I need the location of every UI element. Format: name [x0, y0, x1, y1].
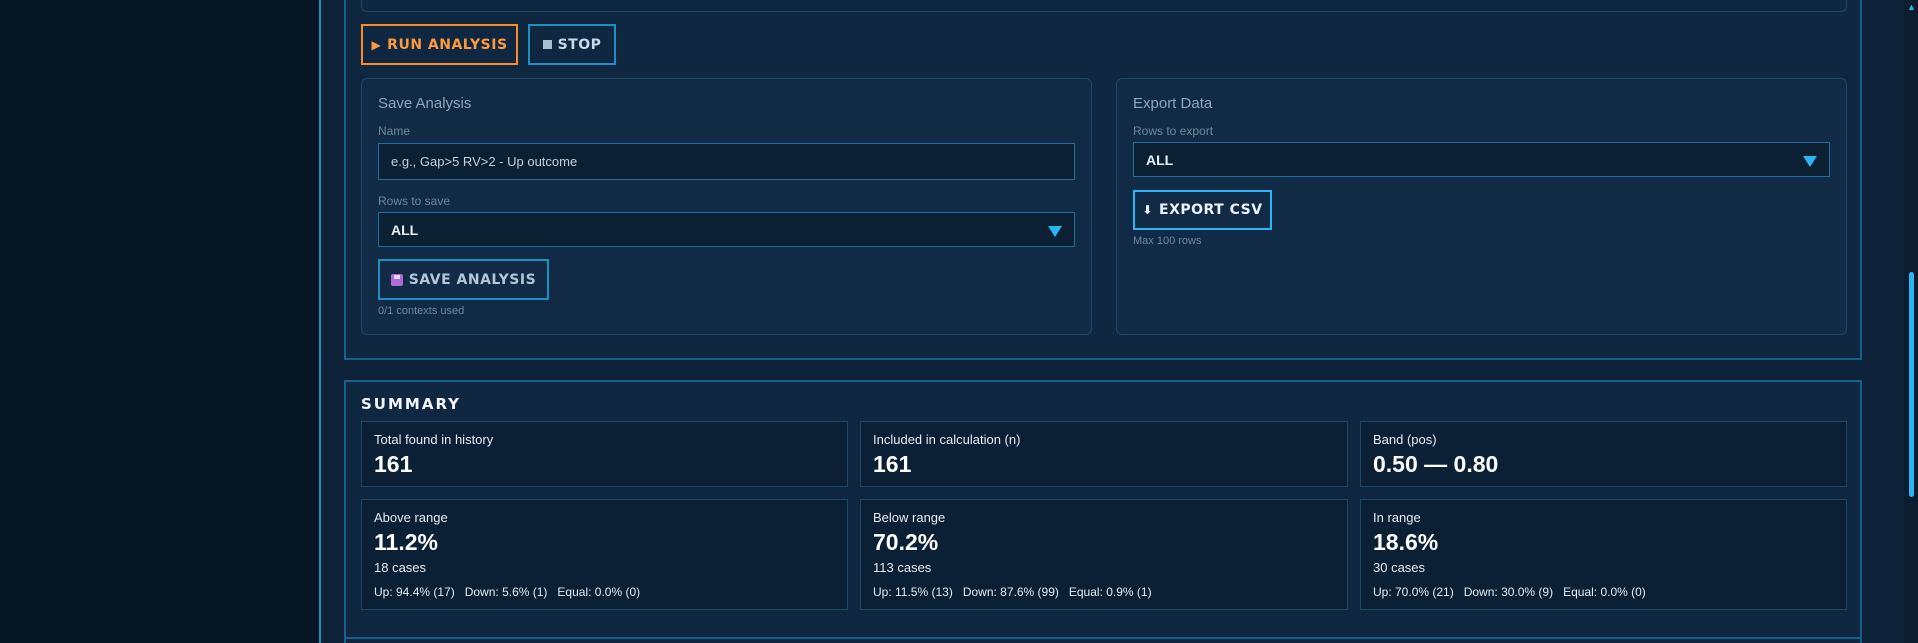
scroll-up-arrow-icon[interactable]: ▲ [1907, 2, 1916, 12]
summary-title: SUMMARY [361, 395, 462, 413]
in-range-cases: 30 cases [1373, 560, 1426, 575]
above-range-cases: 18 cases [374, 560, 427, 575]
in-range-pct: 18.6% [1373, 529, 1439, 555]
above-range-breakdown: Up: 94.4% (17) Down: 5.6% (1) Equal: 0.0… [374, 585, 640, 599]
run-analysis-label: RUN ANALYSIS [387, 36, 508, 53]
scrollbar-thumb[interactable] [1909, 272, 1914, 497]
band-label: Band (pos) [1373, 432, 1437, 447]
band-card: Band (pos) 0.50 — 0.80 [1360, 421, 1847, 487]
above-down: Down: 5.6% (1) [464, 585, 548, 599]
above-up: Up: 94.4% (17) [374, 585, 455, 599]
in-range-card: In range 18.6% 30 cases Up: 70.0% (21) D… [1360, 499, 1847, 610]
export-data-title: Export Data [1133, 95, 1213, 112]
below-range-cases: 113 cases [873, 560, 932, 575]
included-label: Included in calculation (n) [873, 432, 1021, 447]
download-icon: ⬇ [1142, 203, 1153, 217]
rows-to-export-value: ALL [1146, 151, 1174, 168]
name-label: Name [378, 124, 411, 138]
above-range-pct: 11.2% [374, 529, 438, 555]
inrange-equal: Equal: 0.0% (0) [1563, 585, 1646, 599]
stop-label: STOP [557, 36, 602, 53]
total-found-value: 161 [374, 451, 413, 477]
chevron-down-icon [1803, 156, 1817, 167]
above-range-label: Above range [374, 510, 448, 525]
above-equal: Equal: 0.0% (0) [557, 585, 641, 599]
rows-to-export-select[interactable]: ALL [1133, 142, 1830, 177]
run-analysis-button[interactable]: ▶ RUN ANALYSIS [361, 24, 518, 65]
inrange-up: Up: 70.0% (21) [1373, 585, 1454, 599]
export-csv-button[interactable]: ⬇ EXPORT CSV [1133, 190, 1272, 230]
included-value: 161 [873, 451, 912, 477]
in-range-label: In range [1373, 510, 1421, 525]
below-range-pct: 70.2% [873, 529, 939, 555]
analysis-name-input[interactable] [378, 143, 1075, 180]
contexts-used-hint: 0/1 contexts used [378, 305, 465, 317]
below-down: Down: 87.6% (99) [962, 585, 1059, 599]
in-range-breakdown: Up: 70.0% (21) Down: 30.0% (9) Equal: 0.… [1373, 585, 1646, 599]
inrange-down: Down: 30.0% (9) [1463, 585, 1554, 599]
below-range-breakdown: Up: 11.5% (13) Down: 87.6% (99) Equal: 0… [873, 585, 1152, 599]
stop-icon [542, 40, 552, 49]
filters-section-edge [361, 0, 1847, 12]
included-card: Included in calculation (n) 161 [860, 421, 1348, 487]
rows-to-export-label: Rows to export [1133, 124, 1214, 138]
total-found-card: Total found in history 161 [361, 421, 848, 487]
save-analysis-title: Save Analysis [378, 95, 472, 112]
rows-to-save-label: Rows to save [378, 194, 451, 208]
above-range-card: Above range 11.2% 18 cases Up: 94.4% (17… [361, 499, 848, 610]
save-analysis-button[interactable]: SAVE ANALYSIS [378, 259, 549, 300]
stop-button[interactable]: STOP [528, 24, 616, 65]
export-csv-label: EXPORT CSV [1159, 202, 1263, 218]
below-range-card: Below range 70.2% 113 cases Up: 11.5% (1… [860, 499, 1348, 610]
rows-to-save-select[interactable]: ALL [378, 212, 1075, 247]
total-found-label: Total found in history [374, 432, 494, 447]
chevron-down-icon [1048, 226, 1062, 237]
below-equal: Equal: 0.9% (1) [1068, 585, 1152, 599]
left-sidebar [0, 0, 319, 643]
save-analysis-label: SAVE ANALYSIS [408, 271, 537, 288]
summary-panel-edge [344, 637, 1862, 639]
band-value: 0.50 — 0.80 [1373, 451, 1499, 477]
below-up: Up: 11.5% (13) [873, 585, 953, 599]
play-icon: ▶ [371, 37, 382, 52]
vertical-scrollbar[interactable]: ▲ [1904, 0, 1918, 643]
max-rows-hint: Max 100 rows [1133, 235, 1202, 247]
rows-to-save-value: ALL [391, 221, 419, 238]
floppy-disk-icon [390, 273, 403, 286]
below-range-label: Below range [873, 510, 946, 525]
